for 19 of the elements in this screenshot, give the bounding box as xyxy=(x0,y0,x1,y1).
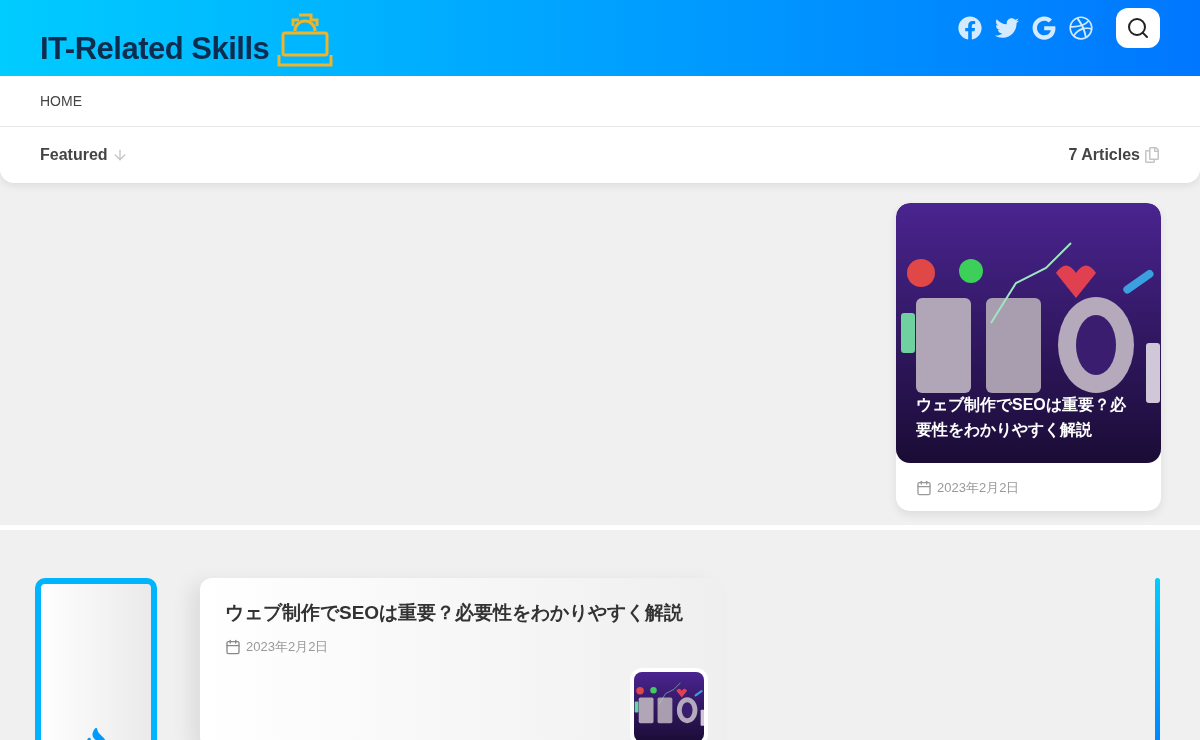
card-title[interactable]: ウェブ制作でSEOは重要？必要性をわかりやすく解説 xyxy=(916,391,1141,443)
article-count: 7 Articles xyxy=(1068,146,1140,164)
calendar-icon xyxy=(916,480,932,496)
post-card[interactable]: ウェブ制作でSEOは重要？必要性をわかりやすく解説 2023年2月2日 xyxy=(200,578,722,740)
calendar-icon xyxy=(225,639,241,655)
search-button[interactable] xyxy=(1116,8,1160,48)
search-icon xyxy=(1126,16,1150,40)
twitter-icon[interactable] xyxy=(995,16,1019,40)
featured-card[interactable]: ウェブ制作でSEOは重要？必要性をわかりやすく解説 2023年2月2日 xyxy=(896,203,1161,511)
featured-label: Featured xyxy=(40,146,108,164)
site-logo[interactable]: IT-Related Skills xyxy=(40,31,270,67)
post-title[interactable]: ウェブ制作でSEOは重要？必要性をわかりやすく解説 xyxy=(225,600,697,626)
facebook-icon[interactable] xyxy=(958,16,982,40)
google-icon[interactable] xyxy=(1032,16,1056,40)
documents-icon xyxy=(1144,147,1160,163)
nav-link[interactable]: HOME xyxy=(40,93,82,109)
post-date: 2023年2月2日 xyxy=(246,638,329,656)
post-date: 2023年2月2日 xyxy=(937,479,1020,497)
basketball-icon[interactable] xyxy=(1069,16,1093,40)
